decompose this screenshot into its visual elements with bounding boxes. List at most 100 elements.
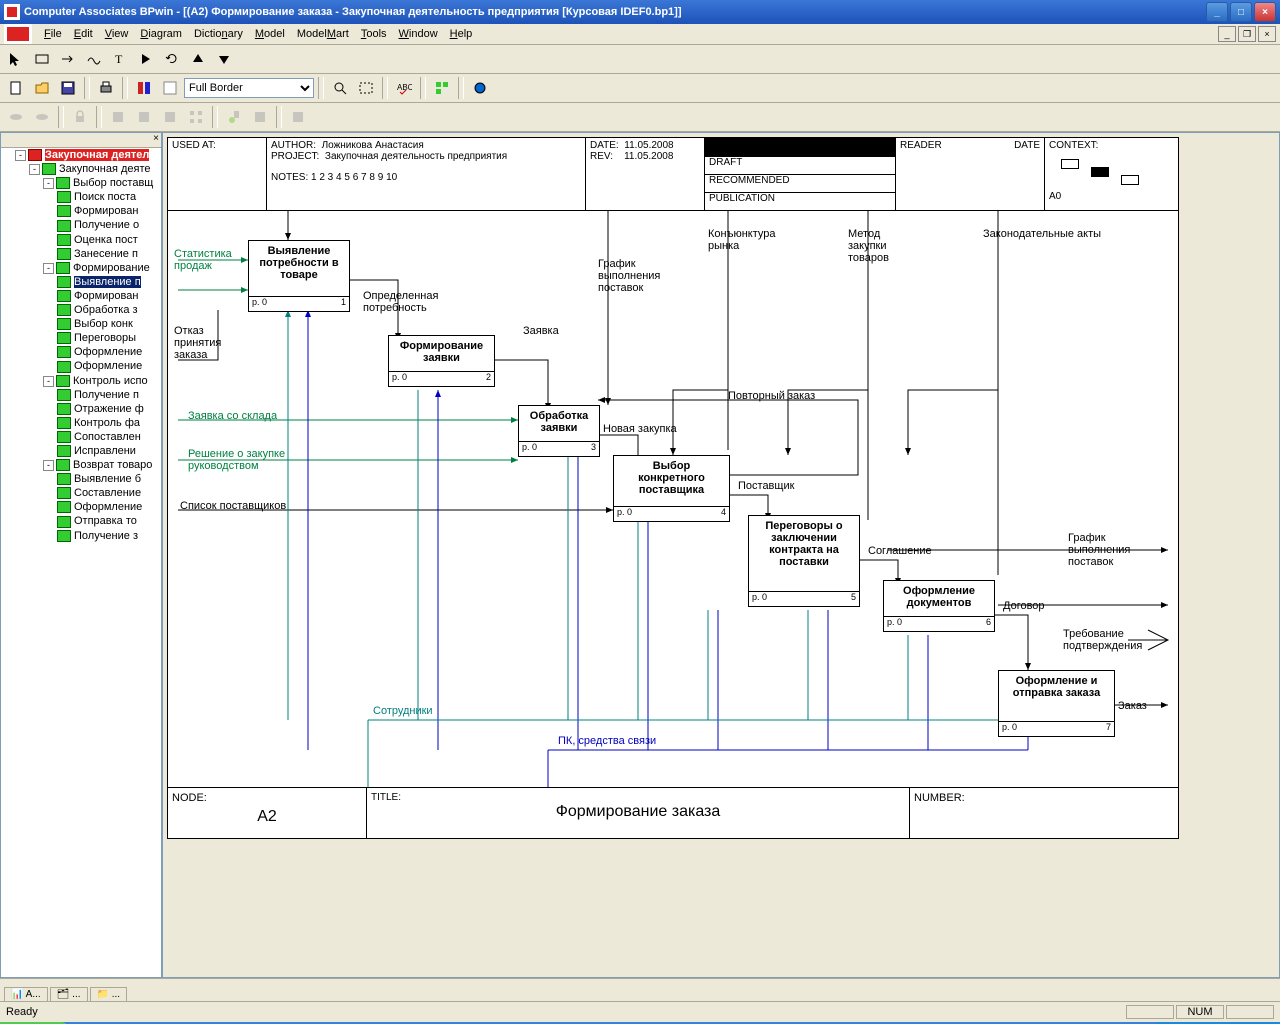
spellcheck-button[interactable]: ABC [392, 76, 416, 100]
redo-tool[interactable] [160, 47, 184, 71]
mdi-restore[interactable]: ❐ [1238, 26, 1256, 42]
mm-lock[interactable] [68, 105, 92, 129]
explorer-tabs: 📊 A... 🗂 ... 📁 ... [0, 978, 1280, 1001]
diagram-canvas[interactable]: USED AT: AUTHOR: Ложникова Анастасия PRO… [162, 132, 1280, 978]
zoom-in-button[interactable] [328, 76, 352, 100]
tree-item[interactable]: Получение з [57, 529, 161, 543]
mm-btn5[interactable] [158, 105, 182, 129]
tree-item[interactable]: Оформление [57, 500, 161, 514]
tree-item[interactable]: Оформление [57, 345, 161, 359]
tree-item-selected[interactable]: Выявление п [57, 275, 161, 289]
menu-tools[interactable]: Tools [355, 26, 393, 42]
mm-btn3[interactable] [106, 105, 130, 129]
status-cell [1226, 1005, 1274, 1019]
squiggle-tool[interactable] [82, 47, 106, 71]
hdr-context: CONTEXT: A0 [1045, 138, 1178, 210]
box-tool[interactable] [30, 47, 54, 71]
activity-box-1[interactable]: Выявление потребности в товаре p. 01 [248, 240, 350, 312]
minimize-button[interactable]: _ [1206, 2, 1228, 22]
menu-diagram[interactable]: Diagram [134, 26, 188, 42]
mm-btn1[interactable] [4, 105, 28, 129]
activity-box-6[interactable]: Оформление документов p. 06 [883, 580, 995, 632]
close-button[interactable]: × [1254, 2, 1276, 22]
tab-diagrams[interactable]: 🗂 ... [50, 987, 88, 1001]
pointer-tool[interactable] [4, 47, 28, 71]
window-titlebar: Computer Associates BPwin - [(A2) Формир… [0, 0, 1280, 24]
tree-item[interactable]: -Возврат товаро [43, 458, 161, 472]
menu-help[interactable]: Help [444, 26, 479, 42]
tree-item[interactable]: Выбор конк [57, 317, 161, 331]
menu-modelmart[interactable]: ModelMart [291, 26, 355, 42]
mm-btn7[interactable] [222, 105, 246, 129]
menu-dictionary[interactable]: Dictionary [188, 26, 249, 42]
zoom-fit-button[interactable] [354, 76, 378, 100]
border-select[interactable]: Full Border [184, 78, 314, 98]
tree-item[interactable]: Формирован [57, 289, 161, 303]
mm-btn8[interactable] [248, 105, 272, 129]
mm-btn4[interactable] [132, 105, 156, 129]
tree-item[interactable]: -Контроль испо [43, 374, 161, 388]
tree-item[interactable]: Поиск поста [57, 190, 161, 204]
app-icon [4, 4, 20, 20]
mm-btn9[interactable] [286, 105, 310, 129]
tree-item[interactable]: Отправка то [57, 514, 161, 528]
tree-item[interactable]: Сопоставлен [57, 430, 161, 444]
activity-box-2[interactable]: Формирование заявки p. 02 [388, 335, 495, 387]
tree-item[interactable]: Занесение п [57, 247, 161, 261]
model-explorer[interactable]: × -Закупочная деятел -Закупочная деяте -… [0, 132, 162, 978]
menu-window[interactable]: Window [393, 26, 444, 42]
status-cell [1126, 1005, 1174, 1019]
tree-item[interactable]: -Формирование [43, 261, 161, 275]
tree-item[interactable]: Получение п [57, 388, 161, 402]
report-button[interactable] [132, 76, 156, 100]
explorer-close[interactable]: × [1, 133, 161, 148]
save-button[interactable] [56, 76, 80, 100]
activity-box-3[interactable]: Обработка заявки p. 03 [518, 405, 600, 457]
tree-item[interactable]: Обработка з [57, 303, 161, 317]
menu-view[interactable]: View [99, 26, 135, 42]
maximize-button[interactable]: □ [1230, 2, 1252, 22]
print-button[interactable] [94, 76, 118, 100]
tree-item[interactable]: Выявление б [57, 472, 161, 486]
mdi-close[interactable]: × [1258, 26, 1276, 42]
tree-item[interactable]: Получение о [57, 218, 161, 232]
arrow-label: Отказ принятия заказа [174, 325, 244, 361]
arrow-tool[interactable] [56, 47, 80, 71]
tree-item[interactable]: Переговоры [57, 331, 161, 345]
tree-item[interactable]: -Закупочная деяте [29, 162, 161, 176]
text-tool[interactable]: T [108, 47, 132, 71]
tree-item[interactable]: Оформление [57, 359, 161, 373]
tree-item[interactable]: Формирован [57, 204, 161, 218]
tree-item[interactable]: -Выбор поставщ [43, 176, 161, 190]
hdr-usedat: USED AT: [168, 138, 267, 210]
palette-button[interactable] [158, 76, 182, 100]
tab-activities[interactable]: 📊 A... [4, 987, 48, 1001]
arrow-label: Статистика продаж [174, 248, 244, 272]
activity-box-7[interactable]: Оформление и отправка заказа p. 07 [998, 670, 1115, 737]
activity-box-5[interactable]: Переговоры о заключении контракта на пос… [748, 515, 860, 607]
modelmart-button[interactable] [468, 76, 492, 100]
new-button[interactable] [4, 76, 28, 100]
tab-objects[interactable]: 📁 ... [90, 987, 128, 1001]
open-button[interactable] [30, 76, 54, 100]
tree-item[interactable]: Отражение ф [57, 402, 161, 416]
tree-item[interactable]: Исправлени [57, 444, 161, 458]
mm-btn6[interactable] [184, 105, 208, 129]
model-explorer-button[interactable] [430, 76, 454, 100]
mdi-minimize[interactable]: _ [1218, 26, 1236, 42]
activity-box-4[interactable]: Выбор конкретного поставщика p. 04 [613, 455, 730, 522]
menu-edit[interactable]: Edit [68, 26, 99, 42]
tree-item[interactable]: Контроль фа [57, 416, 161, 430]
hdr-author-block: AUTHOR: Ложникова Анастасия PROJECT: Зак… [267, 138, 586, 210]
menu-model[interactable]: Model [249, 26, 291, 42]
tree-item[interactable]: Составление [57, 486, 161, 500]
play-tool[interactable] [134, 47, 158, 71]
tree-root[interactable]: -Закупочная деятел [15, 148, 161, 162]
down-tool[interactable] [212, 47, 236, 71]
up-tool[interactable] [186, 47, 210, 71]
toolbar-shapes: T [0, 45, 1280, 74]
mm-btn2[interactable] [30, 105, 54, 129]
window-title: Computer Associates BPwin - [(A2) Формир… [24, 6, 682, 18]
menu-file[interactable]: File [38, 26, 68, 42]
tree-item[interactable]: Оценка пост [57, 233, 161, 247]
